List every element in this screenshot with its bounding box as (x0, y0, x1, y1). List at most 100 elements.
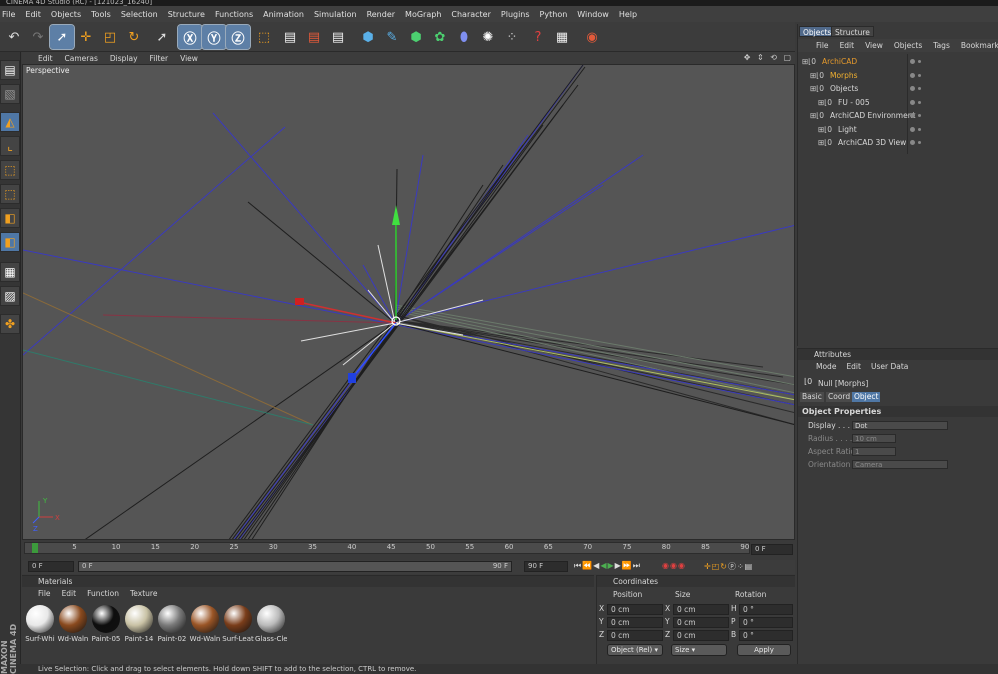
solo-icon[interactable]: ▨ (0, 286, 20, 306)
range-slider[interactable]: 0 F 90 F (78, 561, 512, 572)
coordinate-system-icon[interactable]: ⬚ (252, 25, 276, 49)
viewport-menu-view[interactable]: View (180, 54, 198, 63)
environment-icon[interactable]: ✺ (476, 25, 500, 49)
object-tree-row[interactable]: ⊞⌊0 ArchiCAD (798, 55, 998, 68)
object-name[interactable]: Light (838, 123, 857, 136)
object-name[interactable]: Objects (830, 82, 858, 95)
property-value[interactable]: Dot (852, 421, 948, 430)
snapping-icon[interactable]: ▦ (0, 262, 20, 282)
texture-mode-icon[interactable]: ▧ (0, 84, 20, 104)
material-swatch[interactable]: Wd-Waln (189, 605, 221, 643)
material-swatch[interactable]: Paint-05 (90, 605, 122, 643)
edge-mode-icon[interactable]: ⬚ (0, 184, 20, 204)
viewport-menu-edit[interactable]: Edit (38, 54, 53, 63)
timeline-menu-icon[interactable]: ▤ (745, 562, 754, 571)
property-value[interactable]: 10 cm (852, 434, 896, 443)
object-tree-row[interactable]: ⊞⌊0 Morphs (798, 69, 998, 82)
position-field[interactable]: 0 cm (607, 617, 663, 628)
keyframe-selection-icon[interactable]: ◉ (678, 561, 686, 570)
objects-menu-view[interactable]: View (865, 39, 883, 52)
render-visibility-dot[interactable] (918, 73, 921, 77)
scale-icon[interactable]: ◰ (98, 25, 122, 49)
property-value[interactable]: 1 (852, 447, 896, 456)
material-swatch[interactable]: Paint-14 (123, 605, 155, 643)
objects-menu-edit[interactable]: Edit (840, 39, 855, 52)
render-visibility-dot[interactable] (918, 60, 921, 63)
visibility-dot[interactable] (910, 99, 915, 105)
render-visibility-dot[interactable] (918, 127, 921, 131)
menu-objects[interactable]: Objects (51, 10, 81, 19)
axis-mode-icon[interactable]: ⌞ (0, 136, 20, 156)
play-icon[interactable]: ▶ (607, 561, 614, 570)
object-tree-row[interactable]: ⊞⌊0 ArchiCAD 3D View (798, 136, 998, 149)
move-icon[interactable]: ✛ (74, 25, 98, 49)
objects-menu-objects[interactable]: Objects (894, 39, 922, 52)
size-field[interactable]: 0 cm (673, 630, 729, 641)
menu-tools[interactable]: Tools (91, 10, 111, 19)
viewport-menu-filter[interactable]: Filter (150, 54, 169, 63)
objects-menu-tags[interactable]: Tags (933, 39, 950, 52)
visibility-dot[interactable] (910, 86, 915, 91)
timeline-ruler[interactable]: 051015202530354045505560657075808590 (24, 542, 750, 554)
rotate-icon[interactable]: ↻ (122, 25, 146, 49)
materials-menu-edit[interactable]: Edit (62, 589, 77, 600)
live-selection-icon[interactable]: ➚ (49, 24, 75, 50)
object-tree-row[interactable]: ⊞⌊0 FU - 005 (798, 96, 998, 109)
archicad-icon[interactable]: ◉ (580, 25, 604, 49)
key-rotation-icon[interactable]: ↻ (720, 562, 728, 571)
redo-icon[interactable]: ↷ (26, 25, 50, 49)
menu-plugins[interactable]: Plugins (501, 10, 530, 19)
position-field[interactable]: 0 cm (607, 604, 663, 615)
material-swatch[interactable]: Glass-Cle (255, 605, 287, 643)
menu-render[interactable]: Render (367, 10, 395, 19)
y-axis-icon[interactable]: Ⓨ (201, 24, 227, 50)
objects-menu-file[interactable]: File (816, 39, 829, 52)
subdivision-icon[interactable]: ⬢ (404, 25, 428, 49)
menu-mograph[interactable]: MoGraph (405, 10, 441, 19)
menu-animation[interactable]: Animation (263, 10, 304, 19)
go-end-icon[interactable]: ⏭ (633, 561, 641, 570)
playhead[interactable] (32, 543, 38, 553)
attr-tab-basic[interactable]: Basic (800, 392, 824, 402)
render-visibility-dot[interactable] (918, 141, 921, 144)
object-name[interactable]: FU - 005 (838, 96, 870, 109)
edit-render-settings-icon[interactable]: ▤ (326, 25, 350, 49)
key-pla-icon[interactable]: ⁘ (737, 562, 745, 571)
rotation-field[interactable]: 0 ° (739, 604, 793, 615)
material-manager-icon[interactable]: ▦ (550, 25, 574, 49)
visibility-dot[interactable] (910, 72, 915, 78)
menu-character[interactable]: Character (451, 10, 491, 19)
rotation-field[interactable]: 0 ° (739, 617, 793, 628)
visibility-dot[interactable] (910, 126, 915, 132)
object-name[interactable]: ArchiCAD (822, 55, 857, 68)
render-view-icon[interactable]: ▤ (278, 25, 302, 49)
auto-key-icon[interactable]: ◉ (670, 561, 678, 570)
key-param-icon[interactable]: ⓟ (728, 562, 737, 571)
array-icon[interactable]: ✿ (428, 25, 452, 49)
z-axis-icon[interactable]: Ⓩ (225, 24, 251, 50)
menu-simulation[interactable]: Simulation (314, 10, 357, 19)
objects-menu-bookmarks[interactable]: Bookmarks (961, 39, 998, 52)
viewport-menu-display[interactable]: Display (110, 54, 138, 63)
material-swatch[interactable]: Surf-Leat (222, 605, 254, 643)
render-visibility-dot[interactable] (918, 87, 921, 90)
prev-key-icon[interactable]: ⏪ (582, 561, 593, 570)
object-name[interactable]: Morphs (830, 69, 858, 82)
attributes-menu-mode[interactable]: Mode (816, 362, 836, 371)
apply-button[interactable]: Apply (737, 644, 791, 656)
end-frame-field[interactable]: 90 F (524, 561, 568, 572)
menu-structure[interactable]: Structure (168, 10, 205, 19)
material-swatch[interactable]: Wd-Waln (57, 605, 89, 643)
mograph-icon[interactable]: ⁘ (500, 25, 524, 49)
material-swatch[interactable]: Surf-Whi (24, 605, 56, 643)
spline-pen-icon[interactable]: ✎ (380, 25, 404, 49)
materials-menu-function[interactable]: Function (87, 589, 119, 600)
cube-icon[interactable]: ⬢ (356, 25, 380, 49)
workplane-icon[interactable]: ◭ (0, 112, 20, 132)
attributes-menu-edit[interactable]: Edit (846, 362, 861, 371)
next-key-icon[interactable]: ⏩ (622, 561, 633, 570)
size-field[interactable]: 0 cm (673, 617, 729, 628)
menu-selection[interactable]: Selection (121, 10, 158, 19)
key-scale-icon[interactable]: ◰ (712, 562, 721, 571)
tab-structure[interactable]: Structure (831, 26, 874, 37)
